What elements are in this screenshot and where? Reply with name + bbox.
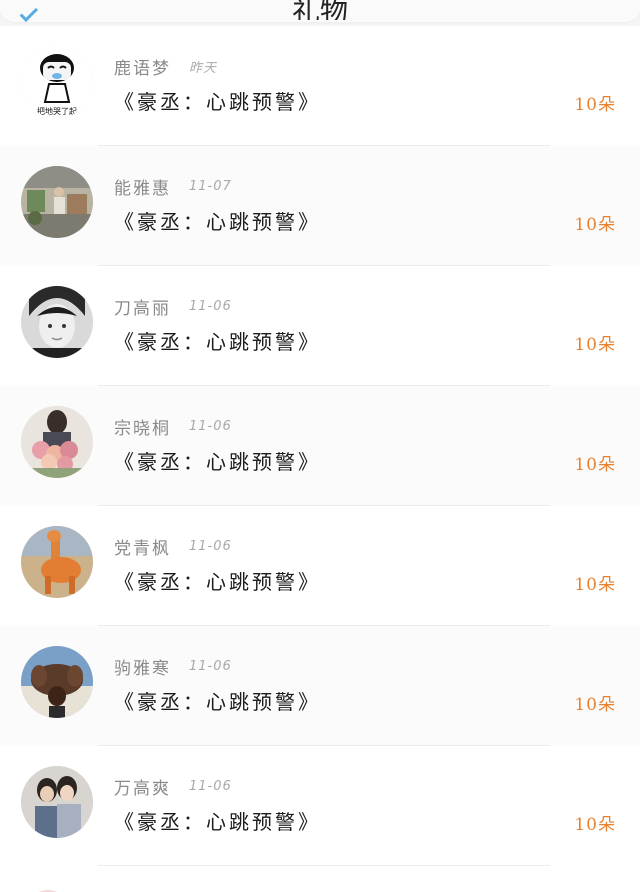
- gift-count: 10朵: [574, 95, 616, 115]
- gift-title[interactable]: 《豪丞：心跳预警》: [114, 206, 321, 235]
- gift-title[interactable]: 《豪丞：心跳预警》: [114, 566, 321, 595]
- gift-date: 11-06: [189, 298, 232, 314]
- avatar-alpaca-photo: [21, 526, 93, 598]
- user-name[interactable]: 驹雅寒: [114, 654, 171, 679]
- user-name[interactable]: 能雅惠: [114, 174, 171, 199]
- gift-count: 10朵: [574, 695, 616, 715]
- avatar[interactable]: [21, 526, 93, 598]
- gift-list-page: 礼物 把地哭了起 鹿语梦 昨天 《豪丞：心跳预警》 10朵 能雅惠 11-07 …: [0, 0, 640, 892]
- avatar[interactable]: [21, 166, 93, 238]
- list-item[interactable]: 把地哭了起 鹿语梦 昨天 《豪丞：心跳预警》 10朵: [0, 26, 640, 146]
- user-name[interactable]: 万高爽: [114, 774, 171, 799]
- avatar-meme-image: 把地哭了起: [21, 46, 93, 118]
- avatar-flowers-photo: [21, 406, 93, 478]
- user-name[interactable]: 宗晓桐: [114, 414, 171, 439]
- avatar[interactable]: [21, 646, 93, 718]
- gift-date: 11-07: [189, 178, 232, 194]
- svg-text:把地哭了起: 把地哭了起: [37, 106, 77, 116]
- gift-title[interactable]: 《豪丞：心跳预警》: [114, 686, 321, 715]
- gift-date: 11-06: [189, 538, 232, 554]
- list-item[interactable]: 驹雅寒 11-06 《豪丞：心跳预警》 10朵: [0, 626, 640, 746]
- gift-title[interactable]: 《豪丞：心跳预警》: [114, 446, 321, 475]
- avatar-couple-photo: [21, 766, 93, 838]
- header-bar: 礼物: [0, 0, 640, 22]
- user-name[interactable]: 鹿语梦: [114, 54, 171, 79]
- avatar[interactable]: [21, 286, 93, 358]
- list-item[interactable]: 万高爽 11-06 《豪丞：心跳预警》 10朵: [0, 746, 640, 866]
- avatar[interactable]: [21, 406, 93, 478]
- list-item[interactable]: 党青枫 11-06 《豪丞：心跳预警》 10朵: [0, 506, 640, 626]
- gift-title[interactable]: 《豪丞：心跳预警》: [114, 86, 321, 115]
- gift-title[interactable]: 《豪丞：心跳预警》: [114, 806, 321, 835]
- gift-count: 10朵: [574, 815, 616, 835]
- avatar-portrait-bw: [21, 286, 93, 358]
- list-item[interactable]: 能雅惠 11-07 《豪丞：心跳预警》 10朵: [0, 146, 640, 266]
- gift-count: 10朵: [574, 455, 616, 475]
- list-item[interactable]: 宗晓桐 11-06 《豪丞：心跳预警》 10朵: [0, 386, 640, 506]
- avatar-street-photo: [21, 166, 93, 238]
- gift-count: 10朵: [574, 215, 616, 235]
- list-item[interactable]: 刀高丽 11-06 《豪丞：心跳预警》 10朵: [0, 266, 640, 386]
- gift-date: 昨天: [189, 60, 218, 76]
- user-name[interactable]: 党青枫: [114, 534, 171, 559]
- gift-date: 11-06: [189, 658, 232, 674]
- gift-list: 把地哭了起 鹿语梦 昨天 《豪丞：心跳预警》 10朵 能雅惠 11-07 《豪丞…: [0, 26, 640, 892]
- list-item-partial[interactable]: [0, 866, 640, 892]
- avatar[interactable]: [21, 766, 93, 838]
- gift-date: 11-06: [189, 778, 232, 794]
- page-title: 礼物: [291, 0, 348, 20]
- gift-count: 10朵: [574, 575, 616, 595]
- gift-count: 10朵: [574, 335, 616, 355]
- gift-date: 11-06: [189, 418, 232, 434]
- gift-title[interactable]: 《豪丞：心跳预警》: [114, 326, 321, 355]
- avatar[interactable]: 把地哭了起: [21, 46, 93, 118]
- avatar-muscle-photo: [21, 646, 93, 718]
- user-name[interactable]: 刀高丽: [114, 294, 171, 319]
